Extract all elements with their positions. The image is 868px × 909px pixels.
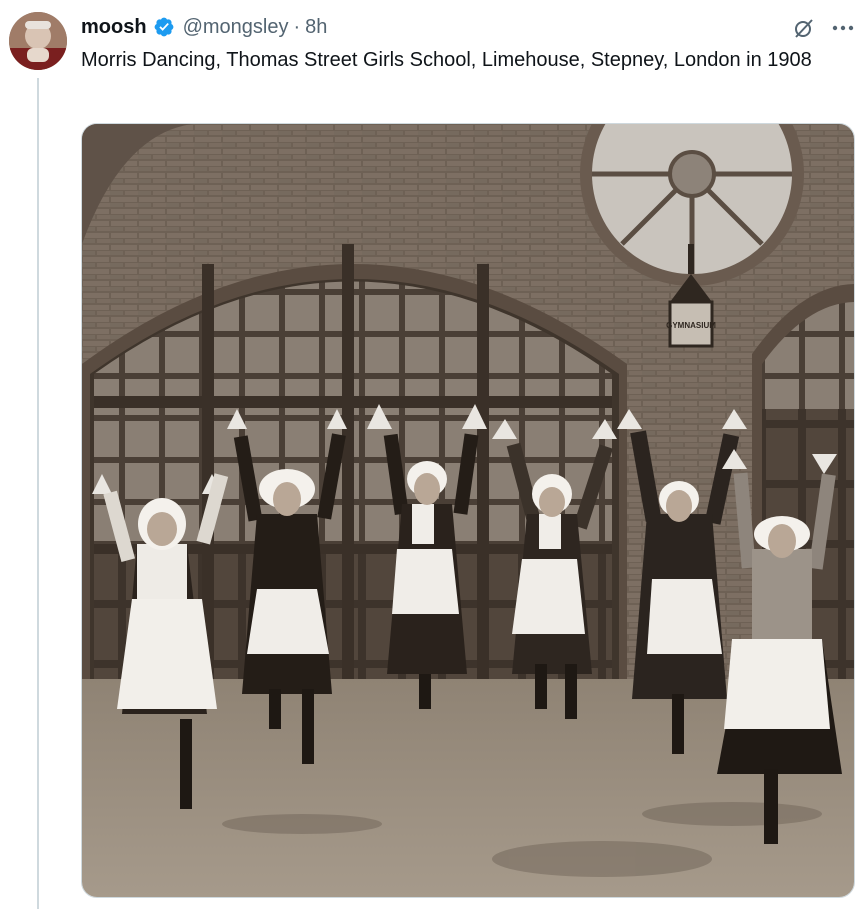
grok-icon[interactable]: [792, 16, 816, 40]
more-options-icon[interactable]: [830, 16, 856, 40]
thread-line: [37, 78, 39, 909]
timestamp[interactable]: 8h: [305, 16, 327, 39]
lamp-sign: GYMNASIUM: [666, 321, 716, 330]
tweet-header: moosh @mongsley · 8h: [81, 12, 327, 42]
separator: ·: [293, 15, 301, 38]
verified-badge-icon: [153, 16, 175, 38]
avatar[interactable]: [9, 12, 67, 70]
author-name[interactable]: moosh: [81, 16, 147, 39]
tweet-photo[interactable]: GYMNASIUM: [81, 123, 855, 898]
tweet-text: Morris Dancing, Thomas Street Girls Scho…: [81, 49, 812, 71]
author-handle[interactable]: @mongsley: [183, 16, 289, 39]
